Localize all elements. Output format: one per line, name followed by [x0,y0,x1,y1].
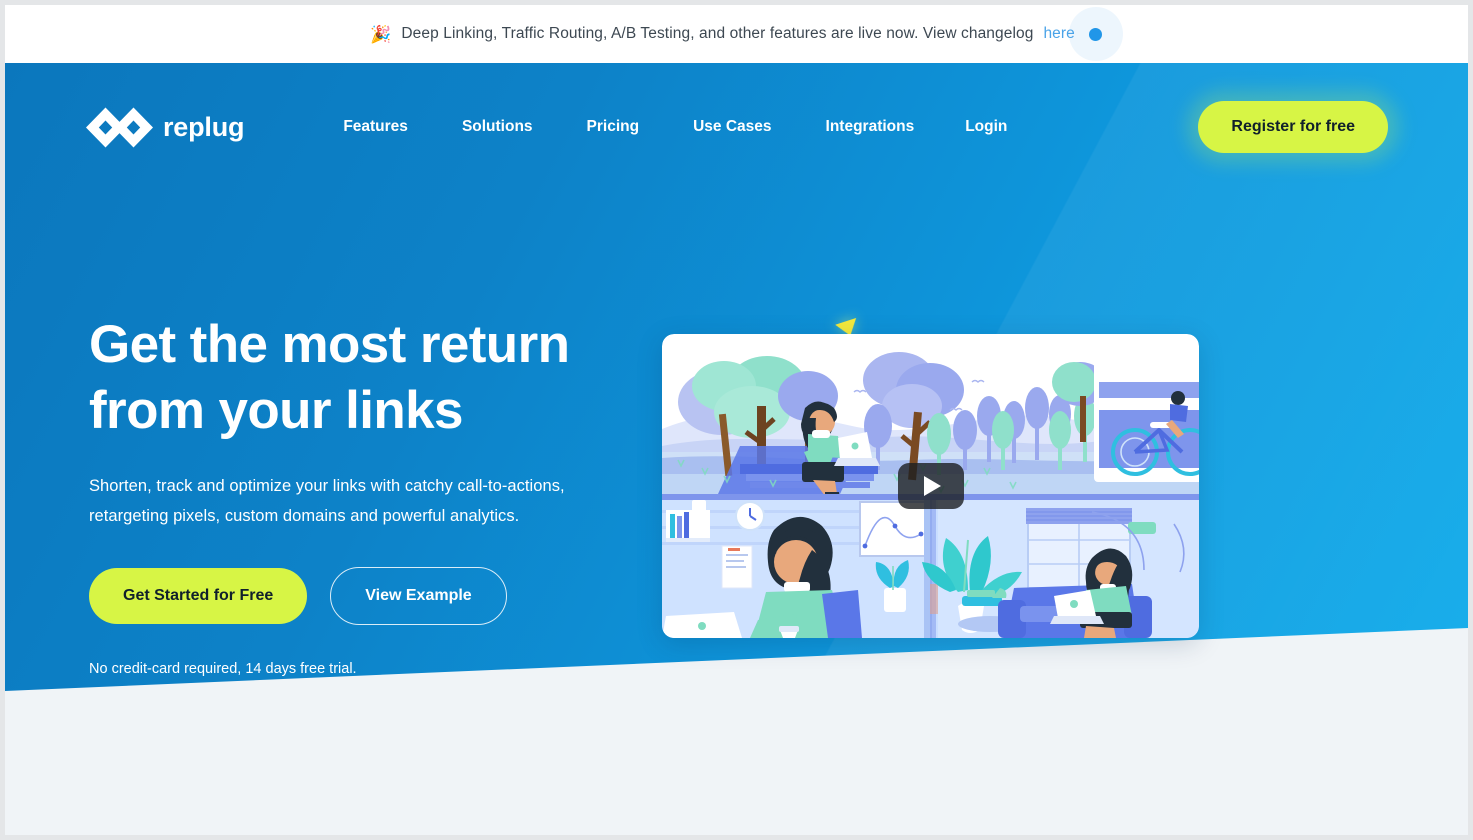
party-popper-icon: 🎉 [370,24,392,44]
replug-logo-icon [85,107,154,148]
nav-item-login[interactable]: Login [941,118,1025,136]
get-started-for-free-button[interactable]: Get Started for Free [89,568,308,624]
announcement-text: Deep Linking, Traffic Routing, A/B Testi… [401,25,1034,42]
hero-title: Get the most return from your links [89,315,570,440]
view-example-button[interactable]: View Example [330,567,507,625]
announcement-bar: 🎉 Deep Linking, Traffic Routing, A/B Tes… [5,5,1468,63]
hero-subtitle: Shorten, track and optimize your links w… [89,477,565,525]
hero-trial-note: No credit-card required, 14 days free tr… [89,661,357,677]
main-navbar: replug Features Solutions Pricing Use Ca… [5,63,1468,191]
hero-content: Get the most return from your links Shor… [89,312,649,677]
nav-item-pricing[interactable]: Pricing [560,118,667,136]
register-for-free-button[interactable]: Register for free [1198,101,1388,153]
nav-item-solutions[interactable]: Solutions [435,118,560,136]
announcement-content: 🎉 Deep Linking, Traffic Routing, A/B Tes… [370,7,1123,61]
status-dot-core [1089,27,1103,41]
brand-logo-link[interactable]: replug [85,107,245,148]
nav-item-features[interactable]: Features [316,118,435,136]
play-button[interactable] [897,463,964,509]
nav-item-integrations[interactable]: Integrations [799,118,942,136]
hero-cta-group: Get Started for Free View Example [89,567,649,625]
brand-name: replug [163,111,245,142]
announcement-status-dot[interactable] [1068,7,1123,61]
hero-video-thumbnail[interactable] [662,334,1199,638]
nav-links: Features Solutions Pricing Use Cases Int… [316,118,1198,136]
nav-item-use-cases[interactable]: Use Cases [666,118,798,136]
play-triangle-icon [924,476,941,496]
page-root: 🎉 Deep Linking, Traffic Routing, A/B Tes… [5,5,1468,835]
hero-section: replug Features Solutions Pricing Use Ca… [5,63,1468,835]
register-button-wrap: Register for free [1187,91,1400,163]
